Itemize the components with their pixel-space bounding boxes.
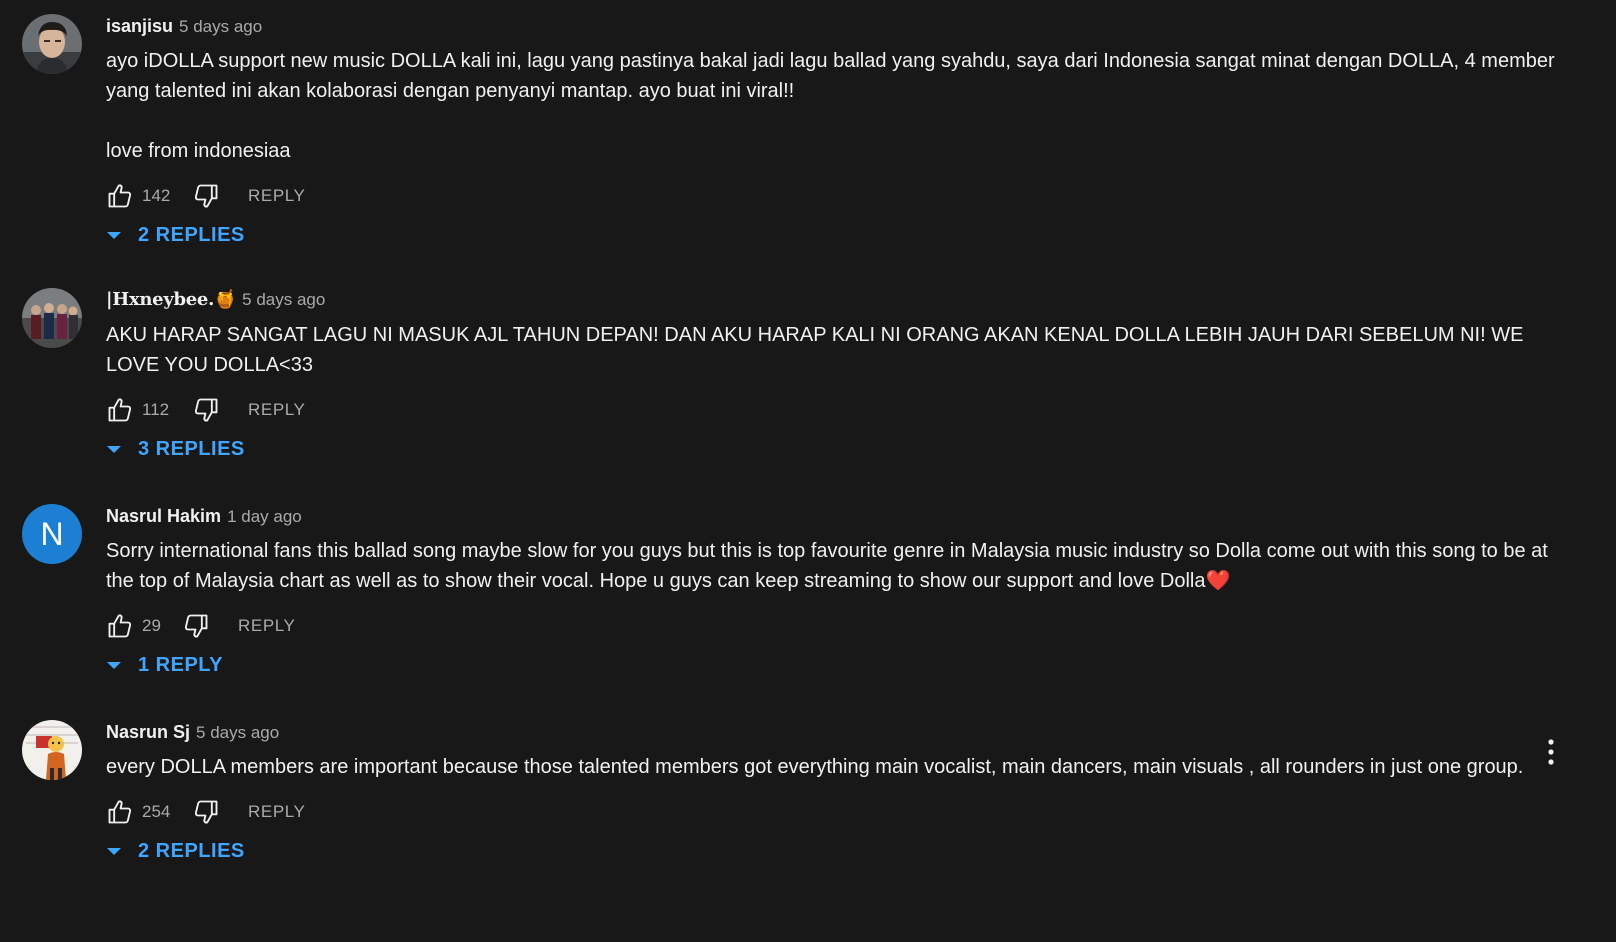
caret-down-icon [107, 446, 121, 453]
author-name[interactable]: Nasrun Sj [106, 722, 190, 742]
avatar-photo-cartoon [22, 720, 82, 780]
dislike-button[interactable] [182, 612, 210, 640]
dislike-button[interactable] [192, 182, 220, 210]
comment-body: Nasrul Hakim 1 day ago Sorry internationa… [106, 504, 1566, 680]
replies-count-label: 1 REPLY [138, 654, 224, 676]
comment-actions: 142 REPLY [106, 178, 1566, 214]
replies-count-label: 2 REPLIES [138, 840, 245, 862]
comment-body: isanjisu 5 days ago ayo iDOLLA support ne… [106, 14, 1566, 250]
comment-time[interactable]: 5 days ago [179, 17, 262, 36]
avatar-photo-group [22, 288, 82, 348]
caret-down-icon [107, 232, 121, 239]
thumb-up-icon [108, 800, 132, 824]
reply-button[interactable]: REPLY [248, 184, 306, 208]
avatar[interactable] [22, 720, 82, 780]
caret-down-icon [107, 662, 121, 669]
thumb-down-icon [184, 614, 208, 638]
thumb-down-icon [194, 800, 218, 824]
replies-count-label: 3 REPLIES [138, 438, 245, 460]
comment-header: |Hxneybee.🍯 5 days ago [106, 288, 1566, 312]
like-count: 142 [142, 186, 171, 205]
comment-text: ayo iDOLLA support new music DOLLA kali … [106, 50, 1555, 162]
comment-time[interactable]: 1 day ago [227, 507, 302, 526]
view-replies-button[interactable]: 2 REPLIES [106, 836, 1566, 866]
comment-actions: 254 REPLY [106, 794, 1566, 830]
reply-button[interactable]: REPLY [248, 800, 306, 824]
like-count: 254 [142, 802, 171, 821]
thumb-down-icon [194, 184, 218, 208]
like-button[interactable] [106, 798, 134, 826]
dislike-button[interactable] [192, 798, 220, 826]
comment-time[interactable]: 5 days ago [196, 723, 279, 742]
comment-actions: 29 REPLY [106, 608, 1566, 644]
author-name[interactable]: isanjisu [106, 16, 173, 36]
more-vert-icon [1548, 739, 1554, 765]
avatar-letter: N [40, 516, 64, 552]
reply-button[interactable]: REPLY [238, 614, 296, 638]
thumb-up-icon [108, 184, 132, 208]
like-button[interactable] [106, 182, 134, 210]
caret-down-icon [107, 848, 121, 855]
avatar[interactable] [22, 288, 82, 348]
avatar[interactable]: N [22, 504, 82, 564]
dislike-button[interactable] [192, 396, 220, 424]
avatar-photo-man [22, 14, 82, 74]
thumb-down-icon [194, 398, 218, 422]
comment-header: Nasrul Hakim 1 day ago [106, 504, 1566, 528]
comment-header: Nasrun Sj 5 days ago [106, 720, 1566, 744]
comment-text: AKU HARAP SANGAT LAGU NI MASUK AJL TAHUN… [106, 324, 1524, 376]
like-count: 29 [142, 616, 161, 635]
author-name[interactable]: |Hxneybee.🍯 [106, 289, 236, 310]
replies-count-label: 2 REPLIES [138, 224, 245, 246]
view-replies-button[interactable]: 2 REPLIES [106, 220, 1566, 250]
author-name[interactable]: Nasrul Hakim [106, 506, 221, 526]
view-replies-button[interactable]: 3 REPLIES [106, 434, 1566, 464]
comment-body: |Hxneybee.🍯 5 days ago AKU HARAP SANGAT L… [106, 288, 1566, 464]
comment-time[interactable]: 5 days ago [242, 290, 325, 309]
comment-body: Nasrun Sj 5 days ago every DOLLA members … [106, 720, 1566, 866]
comment-header: isanjisu 5 days ago [106, 14, 1566, 38]
like-button[interactable] [106, 612, 134, 640]
reply-button[interactable]: REPLY [248, 398, 306, 422]
thumb-up-icon [108, 614, 132, 638]
comment-text: every DOLLA members are important becaus… [106, 756, 1524, 778]
avatar[interactable] [22, 14, 82, 74]
like-count: 112 [142, 400, 170, 419]
view-replies-button[interactable]: 1 REPLY [106, 650, 1566, 680]
comment-text: Sorry international fans this ballad son… [106, 540, 1548, 592]
like-button[interactable] [106, 396, 134, 424]
comment-actions: 112 REPLY [106, 392, 1566, 428]
comment-action-menu-button[interactable] [1536, 736, 1566, 772]
thumb-up-icon [108, 398, 132, 422]
